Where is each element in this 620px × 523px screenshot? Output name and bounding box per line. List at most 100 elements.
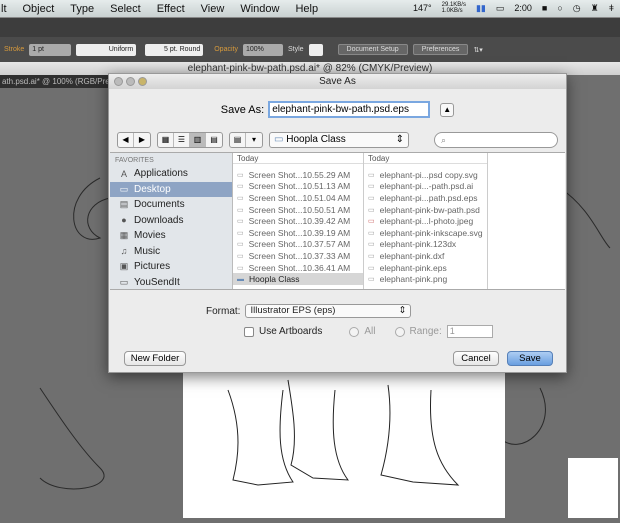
display-icon[interactable]: ■ (542, 3, 547, 13)
file-icon: ▭ (368, 276, 375, 284)
desktop-icon: ▭ (119, 183, 129, 194)
range-input[interactable]: 1 (446, 325, 493, 338)
zoom-button[interactable] (138, 77, 147, 86)
image-file-icon: ▭ (237, 229, 244, 237)
preferences-button[interactable]: Preferences (412, 44, 469, 55)
file-icon: ▭ (368, 183, 375, 191)
sidebar-item-desktop[interactable]: ▭ Desktop (110, 181, 232, 197)
volume-icon[interactable]: ǂ (609, 3, 614, 13)
image-file-icon: ▭ (237, 206, 244, 214)
file-item[interactable]: ▭ elephant-pink.eps (364, 262, 487, 274)
save-button[interactable]: Save (507, 351, 553, 366)
brush-definition[interactable]: 5 pt. Round (145, 43, 204, 56)
arrange-button[interactable]: ▤ ▾ (229, 132, 263, 148)
file-icon: ▭ (368, 252, 375, 260)
file-item[interactable]: ▭ elephant-pi...path.psd.eps (364, 192, 487, 204)
menu-help[interactable]: Help (295, 3, 318, 15)
sidebar-item-downloads[interactable]: ● Downloads (110, 213, 232, 229)
file-item[interactable]: ▭ elephant-pink-bw-path.psd (364, 204, 487, 216)
icon-view-button[interactable]: ▦ (158, 133, 174, 147)
file-item[interactable]: ▭ Screen Shot...10.37.57 AM (233, 239, 363, 251)
file-item[interactable]: ▭ elephant-pink.123dx (364, 239, 487, 251)
file-item[interactable]: ▭ Screen Shot...10.39.19 AM (233, 227, 363, 239)
file-icon: ▭ (368, 194, 375, 202)
sidebar-item-music[interactable]: ♫ Music (110, 244, 232, 260)
cancel-button[interactable]: Cancel (453, 351, 499, 366)
back-button[interactable]: ◀ (118, 133, 134, 147)
file-item[interactable]: ▭ elephant-pink.dxf (364, 250, 487, 262)
music-icon: ♫ (120, 246, 128, 257)
new-folder-button[interactable]: New Folder (124, 351, 186, 366)
column-desktop: Today ▭ Screen Shot...10.55.29 AM ▭ Screen… (233, 153, 364, 289)
column-hoopla-class: Today ▭ elephant-pi...psd copy.svg ▭ eleph… (364, 153, 488, 289)
close-button[interactable] (114, 77, 123, 86)
documents-icon: ▤ (119, 199, 129, 210)
menu-select[interactable]: Select (110, 3, 141, 15)
battery-icon: ▭ (495, 2, 505, 13)
artboard[interactable] (183, 370, 505, 518)
file-icon: ▭ (368, 171, 375, 179)
app-frame (0, 18, 620, 37)
menu-effect[interactable]: Effect (157, 3, 185, 15)
column-view-button[interactable]: ▥ (190, 133, 206, 147)
sidebar-item-documents[interactable]: ▤ Documents (110, 197, 232, 213)
all-label: All (364, 326, 376, 337)
document-setup-button[interactable]: Document Setup (337, 44, 408, 55)
opacity-field[interactable]: 100% (242, 43, 283, 56)
timemachine-icon[interactable]: ◷ (573, 3, 581, 14)
file-item[interactable]: ▭ Screen Shot...10.51.04 AM (233, 192, 363, 204)
file-item[interactable]: ▭ elephant-pi...psd copy.svg (364, 169, 487, 181)
file-item[interactable]: ▭ elephant-pink-inkscape.svg (364, 227, 487, 239)
stroke-weight-field[interactable]: 1 pt (29, 43, 72, 56)
search-input[interactable]: ⌕ (434, 132, 558, 148)
applications-icon: A (120, 168, 127, 179)
clock[interactable]: 2:00 (514, 3, 532, 13)
sidebar-item-yousendit[interactable]: ▭ YouSendIt (110, 275, 232, 291)
folder-item-selected[interactable]: ▬ Hoopla Class (233, 273, 363, 285)
file-item[interactable]: ▭ Screen Shot...10.39.42 AM (233, 215, 363, 227)
menu-window[interactable]: Window (240, 3, 279, 15)
sidebar-item-pictures[interactable]: ▣ Pictures (110, 259, 232, 275)
folder-icon: ▭ (274, 134, 287, 145)
sidebar-item-applications[interactable]: A Applications (110, 166, 232, 182)
opacity-label[interactable]: Opacity (214, 46, 238, 53)
file-item[interactable]: ▭ elephant-pi...l-photo.jpeg (364, 215, 487, 227)
coverflow-view-button[interactable]: ▤ (206, 133, 222, 147)
list-view-button[interactable]: ☰ (174, 133, 190, 147)
menu-object[interactable]: Object (23, 3, 55, 15)
variable-width-profile[interactable]: Uniform (76, 43, 137, 56)
file-item[interactable]: ▭ Screen Shot...10.55.29 AM (233, 169, 363, 181)
arrange-icon[interactable]: ⇅▾ (473, 46, 482, 54)
stroke-label[interactable]: Stroke (4, 46, 24, 53)
column-header: Today (364, 153, 487, 164)
collapse-toggle-button[interactable]: ▲ (440, 102, 455, 117)
file-item[interactable]: ▭ elephant-pi...-path.psd.ai (364, 181, 487, 193)
file-item[interactable]: ▭ Screen Shot...10.37.33 AM (233, 250, 363, 262)
sync-icon[interactable]: ○ (557, 3, 562, 13)
menu-edit[interactable]: lt (1, 3, 7, 15)
forward-button[interactable]: ▶ (134, 133, 150, 147)
location-popup[interactable]: ▭ Hoopla Class ⇕ (269, 132, 409, 148)
menu-type[interactable]: Type (70, 3, 94, 15)
style-swatch[interactable] (308, 43, 323, 56)
binoculars-icon[interactable]: ♜ (591, 3, 599, 14)
range-radio[interactable] (394, 326, 405, 337)
file-item[interactable]: ▭ Screen Shot...10.51.13 AM (233, 181, 363, 193)
file-item[interactable]: ▭ elephant-pink.png (364, 273, 487, 285)
network-meter: 29.1KB/s 1.0KB/s (441, 2, 466, 14)
artboard-corner (568, 458, 618, 518)
use-artboards-checkbox[interactable] (244, 326, 254, 337)
sidebar-item-movies[interactable]: ▦ Movies (110, 228, 232, 244)
file-icon: ▭ (368, 206, 375, 214)
format-select[interactable]: Illustrator EPS (eps) ⇕ (245, 304, 412, 318)
all-radio[interactable] (349, 326, 360, 337)
file-item[interactable]: ▭ Screen Shot...10.50.51 AM (233, 204, 363, 216)
menu-view[interactable]: View (201, 3, 225, 15)
minimize-button[interactable] (126, 77, 135, 86)
dialog-title: Save As (319, 76, 356, 87)
image-file-icon: ▭ (237, 218, 244, 226)
menu-bar: lt Object Type Select Effect View Window… (0, 0, 620, 18)
file-item[interactable]: ▭ Screen Shot...10.36.41 AM (233, 262, 363, 274)
filename-input[interactable] (268, 101, 431, 118)
document-tab[interactable]: ath.psd.ai* @ 100% (RGB/Preview) (0, 75, 110, 88)
